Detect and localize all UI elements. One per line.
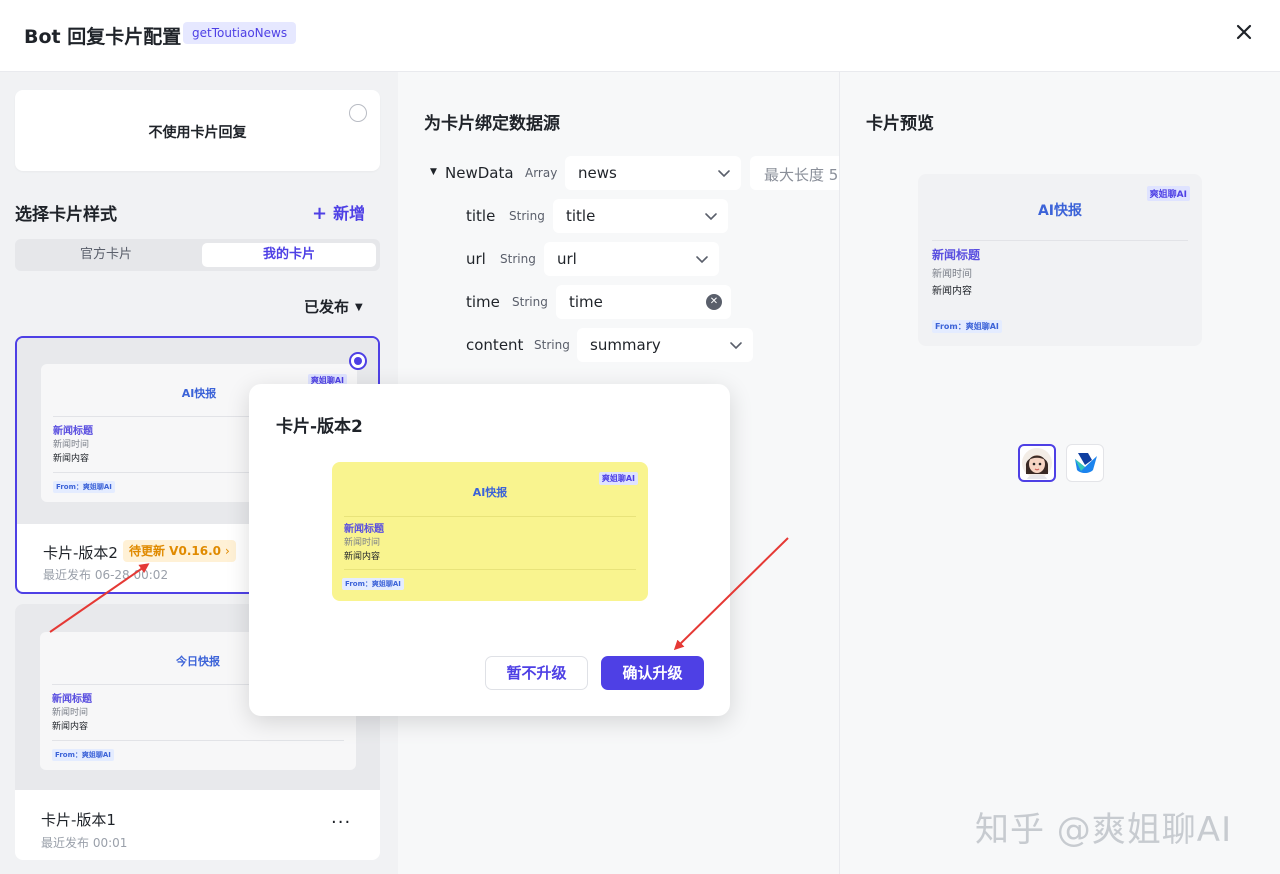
chevron-down-icon [705,213,717,221]
dialog-title: Bot 回复卡片配置 [24,26,182,48]
upgrade-popover: 卡片-版本2 爽姐聊AI AI快报 新闻标题 新闻时间 新闻内容 From：爽姐… [249,384,730,716]
dialog-header: Bot 回复卡片配置 getToutiaoNews [0,0,1280,72]
no-card-radio[interactable] [349,104,367,122]
card-preview: 爽姐聊AI AI快报 新闻标题 新闻时间 新闻内容 From：爽姐聊AI [918,174,1202,346]
divider [932,240,1188,241]
url-source-select[interactable]: url [544,242,719,276]
field-name: url [466,250,486,268]
thumb-from: From：爽姐聊AI [52,749,114,761]
confirm-upgrade-button[interactable]: 确认升级 [601,656,704,690]
chevron-right-icon: › [224,544,230,558]
field-type: String [509,209,545,223]
collapse-caret-icon[interactable]: ▼ [430,167,437,177]
no-card-option[interactable]: 不使用卡片回复 [15,90,380,171]
card-preview-panel: 卡片预览 爽姐聊AI AI快报 新闻标题 新闻时间 新闻内容 From：爽姐聊A… [840,72,1280,874]
ycard-from: From：爽姐聊AI [342,578,404,590]
card-name: 卡片-版本1 [41,811,116,829]
time-source-select[interactable]: time ✕ [556,285,731,319]
thumb-from: From：爽姐聊AI [53,481,115,493]
tab-my-cards[interactable]: 我的卡片 [202,243,376,267]
ycard-news-time: 新闻时间 [344,538,381,548]
divider [344,569,636,570]
binding-row-url: url String url [466,242,766,276]
pending-update-badge[interactable]: 待更新 V0.16.0 › [123,540,236,562]
status-filter-dropdown[interactable]: 已发布 ▼ [304,296,363,317]
thumb-news-content: 新闻内容 [52,722,89,732]
add-card-button[interactable]: + 新增 [312,200,365,224]
preview-title: 卡片预览 [866,114,934,134]
field-name: NewData [445,164,514,182]
content-source-select[interactable]: summary [577,328,753,362]
tab-official-cards[interactable]: 官方卡片 [19,243,193,267]
card-published-time: 最近发布 06-28 00:02 [43,568,169,582]
female-avatar-icon[interactable] [1018,444,1056,482]
field-name: content [466,336,524,354]
thumb-news-title: 新闻标题 [53,426,93,437]
binding-title: 为卡片绑定数据源 [424,114,560,134]
popover-title: 卡片-版本2 [276,417,363,437]
card-source-tabs: 官方卡片 我的卡片 [15,239,380,271]
field-type: String [500,252,536,266]
preview-news-time: 新闻时间 [932,269,972,280]
binding-row-root: ▼ NewData Array news [430,156,750,190]
section-title: 选择卡片样式 [15,205,117,225]
field-type: Array [525,166,558,180]
brand-badge: 爽姐聊AI [1146,186,1190,201]
plus-icon: + [312,203,328,224]
binding-row-content: content String summary [466,328,786,362]
field-type: String [534,338,570,352]
preview-from: From：爽姐聊AI [932,320,1002,333]
caret-down-icon: ▼ [355,302,363,313]
plugin-tag: getToutiaoNews [183,22,297,44]
root-source-select[interactable]: news [565,156,741,190]
card-name: 卡片-版本2 [43,544,118,562]
binding-row-time: time String time ✕ [466,285,766,319]
thumb-news-time: 新闻时间 [52,708,89,718]
no-card-label: 不使用卡片回复 [148,125,247,141]
close-icon[interactable] [1232,20,1256,44]
selected-radio[interactable] [349,352,367,370]
more-options-icon[interactable]: ··· [331,812,351,833]
preview-card-title: AI快报 [1037,203,1083,219]
field-type: String [512,295,548,309]
divider [344,516,636,517]
card-published-time: 最近发布 00:01 [41,836,128,850]
chevron-down-icon [718,170,730,178]
ycard-news-content: 新闻内容 [344,552,381,562]
binding-row-title: title String title [466,199,766,233]
thumb-news-content: 新闻内容 [53,454,90,464]
divider [52,740,344,741]
chevron-down-icon [696,256,708,264]
ycard-news-title: 新闻标题 [344,524,384,535]
field-name: title [466,207,496,225]
thumb-news-title: 新闻标题 [52,694,92,705]
feishu-logo-icon[interactable] [1066,444,1104,482]
skip-upgrade-button[interactable]: 暂不升级 [485,656,588,690]
chevron-down-icon [730,342,742,350]
field-name: time [466,293,500,311]
clear-icon[interactable]: ✕ [706,294,722,310]
title-source-select[interactable]: title [553,199,728,233]
max-length-input[interactable]: 最大长度 5 [750,156,839,190]
thumb-news-time: 新闻时间 [53,440,90,450]
preview-news-title: 新闻标题 [932,248,981,262]
preview-news-content: 新闻内容 [932,286,972,297]
new-version-card-preview: 爽姐聊AI AI快报 新闻标题 新闻时间 新闻内容 From：爽姐聊AI [332,462,648,601]
watermark: 知乎 @爽姐聊AI [975,810,1233,850]
ycard-title: AI快报 [472,486,508,499]
